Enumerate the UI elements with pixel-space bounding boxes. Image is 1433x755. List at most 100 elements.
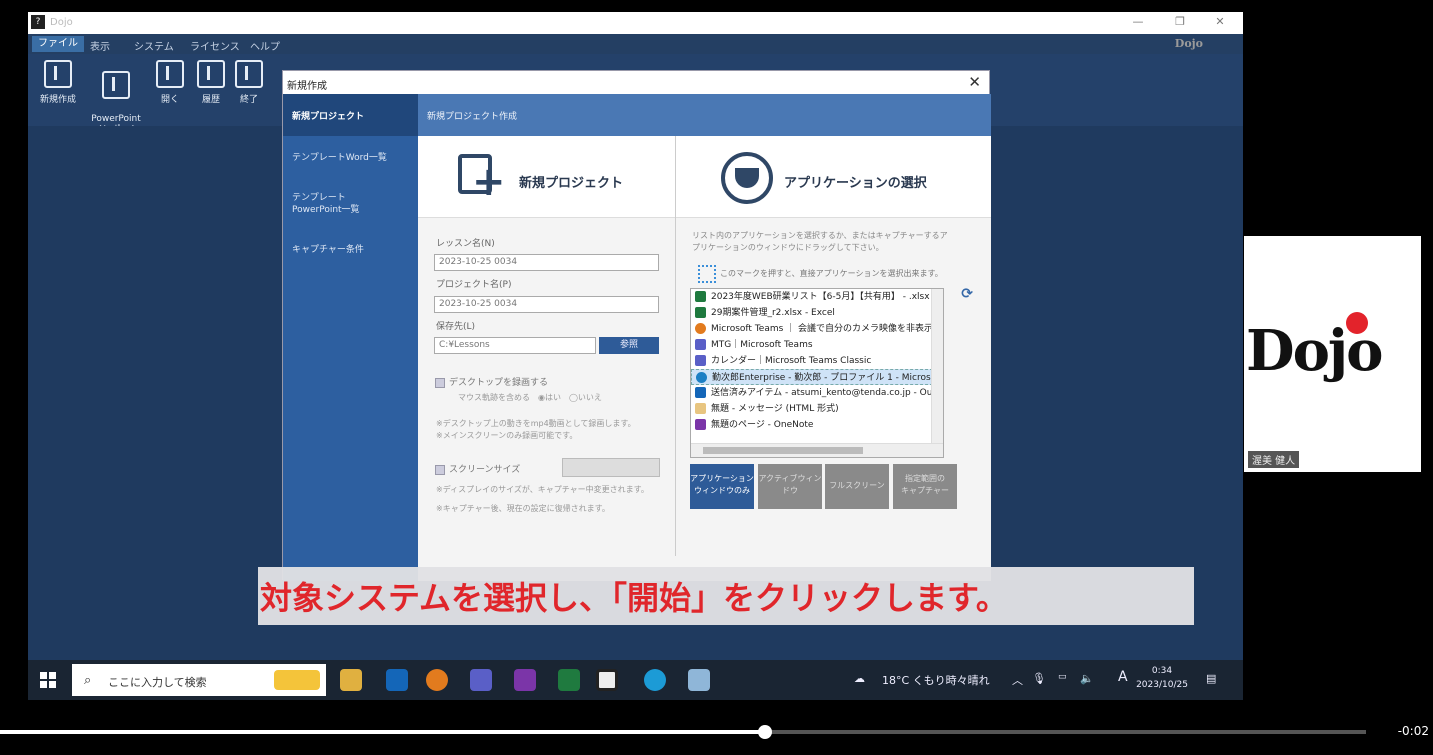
list-item[interactable]: カレンダー｜Microsoft Teams Classic: [691, 353, 943, 369]
new-project-title: 新規プロジェクト: [519, 176, 624, 191]
ime-indicator[interactable]: A: [1118, 669, 1128, 685]
dialog-sidebar: 新規プロジェクト テンプレートWord一覧 テンプレート PowerPoint一…: [283, 94, 418, 581]
taskbar-clock[interactable]: 0:34 2023/10/25: [1134, 664, 1190, 692]
video-player: ? Dojo — ❐ ✕ ファイル 表示 システム ライセンス ヘルプ Dojo…: [0, 0, 1433, 755]
mode-active-window-button[interactable]: アクティブウィン ドウ: [758, 464, 822, 509]
screen-size-note-2: ※キャプチャー後、現在の設定に復帰されます。: [436, 504, 610, 513]
save-location-field[interactable]: C:¥Lessons: [434, 337, 596, 354]
project-name-field[interactable]: 2023-10-25 0034: [434, 296, 659, 313]
refresh-icon[interactable]: ⟳: [961, 286, 973, 302]
exit-label: 終了: [239, 95, 258, 105]
tray-chevron-icon[interactable]: ︿: [1012, 672, 1023, 688]
network-icon[interactable]: ▭: [1058, 672, 1067, 682]
browse-button[interactable]: 参照: [599, 337, 659, 354]
menu-system[interactable]: システム: [134, 38, 174, 53]
windows-start-icon[interactable]: [40, 672, 56, 688]
clock-time: 0:34: [1151, 666, 1173, 676]
menu-license[interactable]: ライセンス: [190, 38, 240, 53]
horizontal-scrollbar[interactable]: [691, 443, 943, 457]
microphone-icon[interactable]: 🎙: [1032, 672, 1046, 685]
menu-file[interactable]: ファイル: [32, 36, 84, 52]
list-item-label: 送信済みアイテム - atsumi_kento@tenda.co.jp - Ou: [711, 388, 933, 398]
history-icon: [197, 60, 225, 88]
edge-taskbar-icon[interactable]: [644, 669, 666, 691]
minimize-icon[interactable]: —: [1126, 15, 1150, 28]
history-button[interactable]: 履歴: [194, 60, 228, 105]
teams-taskbar-icon[interactable]: [470, 669, 492, 691]
excel-taskbar-icon[interactable]: [558, 669, 580, 691]
list-item[interactable]: 無題のページ - OneNote: [691, 417, 943, 433]
video-controls: -0:02: [0, 708, 1433, 755]
dialog-titlebar: 新規作成 ✕: [283, 71, 989, 94]
side-item-powerpoint-templates[interactable]: テンプレート PowerPoint一覧: [283, 192, 418, 216]
time-remaining: -0:02: [1397, 724, 1429, 738]
project-settings-panel: 新規プロジェクト レッスン名(N) 2023-10-25 0034 プロジェクト…: [418, 136, 676, 556]
vertical-scrollbar[interactable]: [931, 289, 943, 443]
exit-icon: [235, 60, 263, 88]
powerpoint-import-button[interactable]: PowerPoint インポート: [84, 60, 148, 136]
window-title: Dojo: [50, 17, 73, 28]
lesson-name-field[interactable]: 2023-10-25 0034: [434, 254, 659, 271]
close-window-icon[interactable]: ✕: [1208, 15, 1232, 28]
new-button[interactable]: 新規作成: [36, 60, 80, 105]
participant-name: 渥美 健人: [1248, 451, 1300, 468]
webcam-overlay: Dojo 渥美 健人: [1244, 236, 1421, 472]
target-pick-icon[interactable]: [698, 265, 716, 283]
scrollbar-thumb[interactable]: [703, 447, 863, 454]
menu-help[interactable]: ヘルプ: [250, 38, 280, 53]
dojo-taskbar-icon[interactable]: [596, 669, 618, 691]
progress-knob[interactable]: [758, 725, 772, 739]
app-taskbar-icon[interactable]: [688, 669, 710, 691]
volume-icon[interactable]: 🔈: [1080, 672, 1094, 685]
maximize-icon[interactable]: ❐: [1168, 15, 1192, 28]
outlook-icon: [695, 387, 706, 398]
list-item[interactable]: 無題 - メッセージ (HTML 形式): [691, 401, 943, 417]
list-item-selected[interactable]: 勤次郎Enterprise - 勤次郎 - プロファイル 1 - Microso: [691, 369, 943, 385]
list-item[interactable]: Microsoft Teams ｜ 会議で自分のカメラ映像を非表示に: [691, 321, 943, 337]
taskbar-search[interactable]: ⌕ ここに入力して検索: [72, 664, 326, 696]
list-item[interactable]: 29期案件管理_r2.xlsx - Excel: [691, 305, 943, 321]
list-item-label: MTG｜Microsoft Teams: [711, 340, 813, 350]
side-item-new-project[interactable]: 新規プロジェクト: [283, 94, 418, 136]
pick-hint-text: このマークを押すと、直接アプリケーションを選択出来ます。: [720, 269, 943, 278]
onenote-taskbar-icon[interactable]: [514, 669, 536, 691]
list-item[interactable]: MTG｜Microsoft Teams: [691, 337, 943, 353]
mode-app-window-button[interactable]: アプリケーション ウィンドウのみ: [690, 464, 754, 509]
new-project-icon: [458, 154, 506, 202]
new-label: 新規作成: [39, 95, 76, 105]
mouse-trail-option[interactable]: マウス軌跡を含める ◉はい ◯いいえ: [458, 392, 602, 404]
side-item-word-templates[interactable]: テンプレートWord一覧: [283, 150, 418, 163]
file-explorer-icon[interactable]: [340, 669, 362, 691]
dialog-close-icon[interactable]: ✕: [968, 73, 981, 91]
dojo-app-icon: ?: [31, 15, 45, 29]
application-select-title: アプリケーションの選択: [784, 176, 927, 191]
new-icon: [44, 60, 72, 88]
menu-view[interactable]: 表示: [90, 38, 110, 53]
open-button[interactable]: 開く: [154, 60, 186, 105]
exit-button[interactable]: 終了: [232, 60, 266, 105]
edge-icon: [696, 372, 707, 383]
history-label: 履歴: [201, 95, 220, 105]
mode-fullscreen-button[interactable]: フルスクリーン: [825, 464, 889, 509]
new-project-dialog: 新規作成 ✕ 新規プロジェクト テンプレートWord一覧 テンプレート Powe…: [282, 70, 991, 581]
mode-region-button[interactable]: 指定範囲の キャプチャー: [893, 464, 957, 509]
outlook-taskbar-icon[interactable]: [386, 669, 408, 691]
search-placeholder: ここに入力して検索: [108, 676, 207, 689]
record-desktop-checkbox[interactable]: デスクトップを録画する: [435, 375, 548, 388]
progress-played: [0, 730, 765, 734]
notification-icon[interactable]: ▤: [1206, 672, 1216, 685]
subtitle-caption: 対象システムを選択し、「開始」をクリックします。: [258, 567, 1194, 625]
powerpoint-import-icon: [102, 71, 130, 99]
list-item-label: 無題 - メッセージ (HTML 形式): [711, 404, 839, 414]
side-item-capture-conditions[interactable]: キャプチャー条件: [283, 242, 418, 255]
screen-size-checkbox[interactable]: スクリーンサイズ: [435, 462, 520, 475]
list-item-label: 無題のページ - OneNote: [711, 420, 814, 430]
taskbar: ⌕ ここに入力して検索 ☁ 18°C くもり時々晴れ ︿ 🎙 ▭ 🔈 A 0:3…: [28, 660, 1243, 700]
application-list[interactable]: 2023年度WEB研業リスト【6-5月】【共有用】 - .xlsx - E 29…: [690, 288, 944, 458]
list-item[interactable]: 送信済みアイテム - atsumi_kento@tenda.co.jp - Ou: [691, 385, 943, 401]
screen-size-select[interactable]: [562, 458, 660, 477]
excel-icon: [695, 307, 706, 318]
weather-text[interactable]: 18°C くもり時々晴れ: [882, 672, 990, 688]
list-item[interactable]: 2023年度WEB研業リスト【6-5月】【共有用】 - .xlsx - E: [691, 289, 943, 305]
chrome-taskbar-icon[interactable]: [426, 669, 448, 691]
